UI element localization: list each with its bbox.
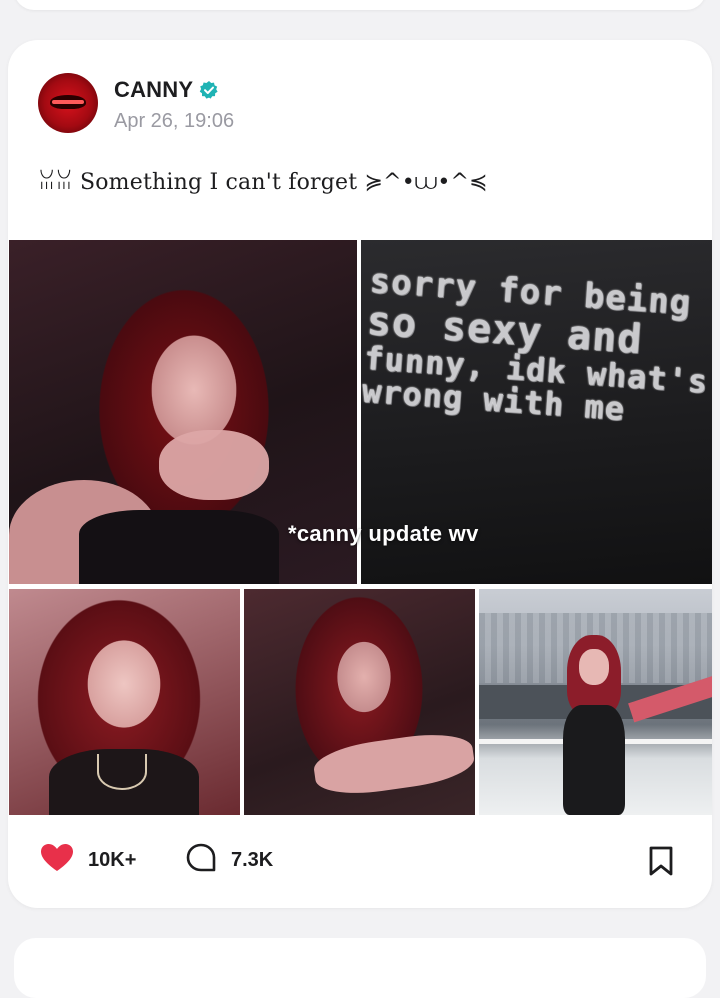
photo-3[interactable] [9, 589, 240, 815]
like-count: 10K+ [88, 848, 137, 871]
comment-count: 7.3K [231, 848, 274, 871]
photo-4[interactable] [244, 589, 475, 815]
heart-icon [40, 843, 74, 878]
like-button[interactable]: 10K+ [40, 830, 136, 890]
post-timestamp: Apr 26, 19:06 [114, 110, 235, 132]
comment-button[interactable]: 7.3K [185, 830, 273, 890]
previous-post-card [14, 0, 706, 10]
photo-5[interactable] [479, 589, 712, 815]
verified-badge-icon [199, 80, 219, 100]
photo-grid: sorry for being so sexy and funny, idk w… [8, 240, 712, 818]
post-caption: ꈍꈍ Something I can't forget ≽^•⩊•^≼ [38, 170, 488, 195]
video-overlay-caption: *canny update wv [288, 521, 479, 546]
comment-bubble-icon [185, 842, 217, 879]
next-post-card [14, 938, 706, 998]
post-card: CANNY Apr 26, 19:06 ꈍꈍ Something I can't… [8, 40, 712, 908]
author-row: CANNY [114, 76, 219, 104]
author-name[interactable]: CANNY [114, 77, 193, 103]
avatar[interactable] [38, 73, 98, 133]
shirt-text: sorry for being so sexy and funny, idk w… [361, 261, 710, 432]
post-actions: 10K+ 7.3K [8, 830, 712, 890]
bookmark-icon[interactable] [646, 845, 676, 877]
